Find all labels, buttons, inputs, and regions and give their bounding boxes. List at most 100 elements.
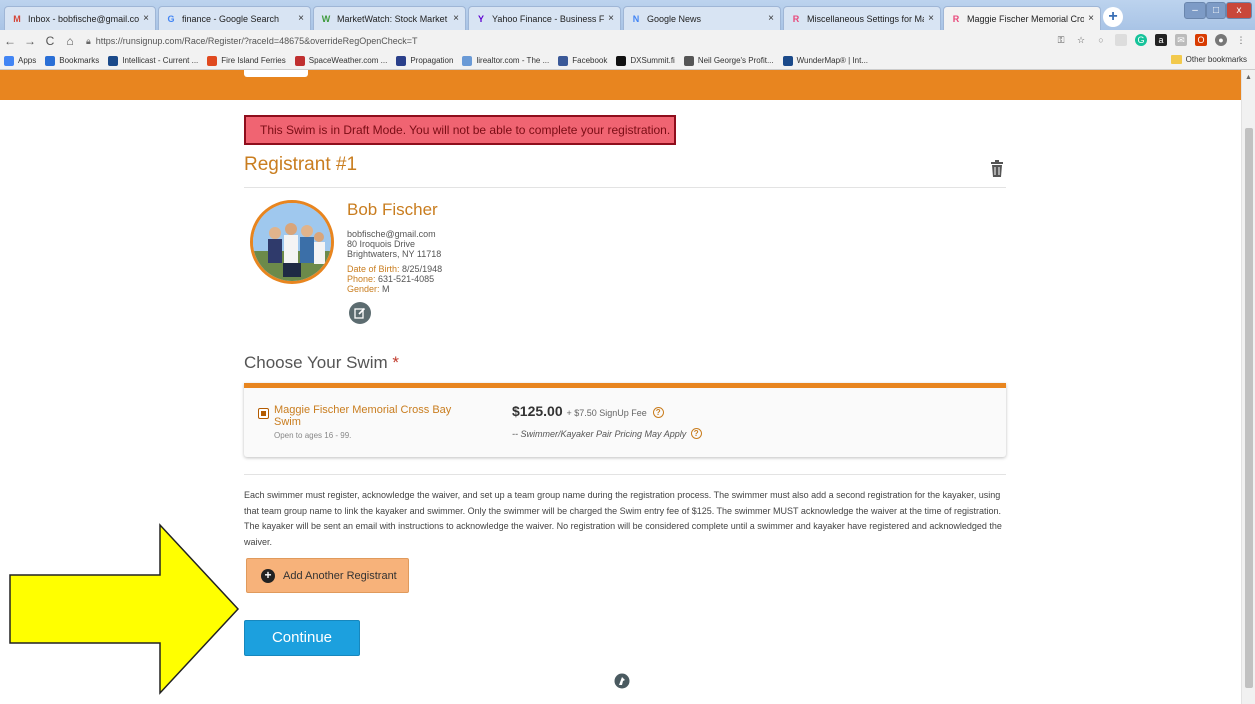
swim-option-card[interactable]: Maggie Fischer Memorial Cross Bay Swim O… — [244, 383, 1006, 457]
key-icon[interactable]: ⚿ — [1055, 34, 1067, 46]
pair-pricing-text: -- Swimmer/Kayaker Pair Pricing May Appl… — [512, 429, 687, 439]
swim-age-range: Open to ages 16 - 99. — [274, 431, 352, 440]
new-tab-button[interactable]: + — [1103, 7, 1123, 27]
bookmark-icon — [396, 55, 407, 66]
bookmark-item[interactable]: Facebook — [558, 55, 607, 66]
extension-icon[interactable]: ○ — [1095, 34, 1107, 46]
menu-icon[interactable]: ⋮ — [1235, 34, 1247, 46]
avatar-photo — [253, 203, 331, 281]
address-bar: ← → C ⌂ 🔒︎ https://runsignup.com/Race/Re… — [0, 30, 1255, 52]
bookmark-label: Neil George's Profit... — [697, 56, 774, 65]
browser-tab[interactable]: Gfinance - Google Search × — [158, 6, 311, 30]
browser-tab[interactable]: Y Yahoo Finance - Business Financ× — [468, 6, 621, 30]
other-bookmarks-label: Other bookmarks — [1185, 55, 1247, 64]
swim-name: Maggie Fischer Memorial Cross Bay Swim — [274, 404, 452, 428]
browser-tab[interactable]: R Miscellaneous Settings for Magg × — [783, 6, 941, 30]
bookmark-label: SpaceWeather.com ... — [308, 56, 388, 65]
scroll-up-icon[interactable]: ▲ — [1245, 74, 1252, 81]
bookmark-item[interactable]: WunderMap® | Int... — [782, 55, 868, 66]
extension-icon[interactable] — [1115, 34, 1127, 46]
profile-icon[interactable]: ● — [1215, 34, 1227, 46]
bookmark-label: DXSummit.fi — [630, 56, 675, 65]
divider — [244, 187, 1006, 188]
tab-close-icon[interactable]: × — [608, 13, 614, 24]
runsignup-logo-icon — [614, 673, 630, 689]
tab-favicon-icon: N — [632, 13, 640, 24]
amazon-icon[interactable]: a — [1155, 34, 1167, 46]
person-email: bobfische@gmail.com — [347, 229, 436, 239]
person-address-line2: Brightwaters, NY 11718 — [347, 249, 442, 259]
reload-icon[interactable]: C — [40, 34, 60, 48]
help-icon[interactable]: ? — [690, 428, 702, 439]
other-bookmarks[interactable]: Other bookmarks — [1170, 55, 1247, 64]
grammarly-icon[interactable]: G — [1135, 34, 1147, 46]
help-icon[interactable]: ? — [652, 407, 664, 418]
office-icon[interactable]: O — [1195, 34, 1207, 46]
person-phone: Phone: 631-521-4085 — [347, 274, 434, 284]
folder-icon — [1170, 55, 1182, 64]
minimize-button[interactable]: – — [1184, 2, 1206, 19]
bookmark-item[interactable]: Intellicast - Current ... — [108, 55, 199, 66]
bookmark-item[interactable]: Fire Island Ferries — [207, 55, 286, 66]
home-icon[interactable]: ⌂ — [60, 34, 80, 48]
mail-icon[interactable]: ✉ — [1175, 34, 1187, 46]
swim-price: $125.00 + $7.50 SignUp Fee ? — [512, 403, 664, 419]
swim-price-value: $125.00 — [512, 403, 563, 419]
bookmark-item[interactable]: DXSummit.fi — [616, 55, 675, 66]
page-scrollbar[interactable]: ▲ — [1241, 70, 1255, 704]
back-icon[interactable]: ← — [0, 34, 20, 48]
edit-icon — [354, 307, 366, 319]
browser-tab-strip: MInbox - bobfische@gmail.com - ×Gfinance… — [0, 0, 1255, 30]
bookmark-icon — [108, 55, 119, 66]
tab-close-icon[interactable]: × — [928, 13, 934, 24]
tab-favicon-icon: Y — [477, 13, 484, 24]
header-band — [0, 70, 1241, 100]
browser-tab[interactable]: M Inbox - bobfische@gmail.com - × — [4, 6, 156, 30]
registrant-title: Registrant #1 — [244, 154, 358, 175]
phone-label: Phone: — [347, 274, 376, 284]
bookmark-icon — [294, 55, 305, 66]
edit-registrant-button[interactable] — [349, 302, 371, 324]
gender-label: Gender: — [347, 284, 380, 294]
bookmark-item[interactable]: SpaceWeather.com ... — [294, 55, 388, 66]
star-icon[interactable]: ☆ — [1075, 34, 1087, 46]
tab-close-icon[interactable]: × — [298, 13, 304, 24]
bookmark-icon — [462, 55, 473, 66]
url-field[interactable]: 🔒︎ https://runsignup.com/Race/Register/?… — [86, 36, 417, 47]
continue-button[interactable]: Continue — [244, 620, 360, 656]
browser-tab[interactable]: R Maggie Fischer Memorial Cross B × — [943, 6, 1101, 30]
add-another-registrant-button[interactable]: + Add Another Registrant — [246, 558, 409, 593]
browser-tab[interactable]: N Google News × — [623, 6, 781, 30]
tab-close-icon[interactable]: × — [1088, 13, 1094, 24]
bookmark-item[interactable]: Neil George's Profit... — [683, 55, 774, 66]
bookmark-item[interactable]: Apps — [4, 55, 36, 66]
phone-value: 631-521-4085 — [378, 274, 435, 284]
person-address-line1: 80 Iroquois Drive — [347, 239, 416, 249]
pair-pricing-note: -- Swimmer/Kayaker Pair Pricing May Appl… — [512, 428, 702, 439]
bookmark-item[interactable]: Propagation — [396, 55, 453, 66]
required-mark: * — [392, 353, 399, 372]
tab-favicon-icon: R — [792, 13, 800, 24]
tab-close-icon[interactable]: × — [768, 13, 774, 24]
tab-close-icon[interactable]: × — [143, 13, 149, 24]
page-content: This Swim is in Draft Mode. You will not… — [0, 70, 1241, 704]
signup-fee: + $7.50 SignUp Fee — [566, 408, 647, 418]
choose-swim-title: Choose Your Swim * — [244, 353, 399, 373]
bookmark-icon — [4, 55, 14, 66]
forward-icon[interactable]: → — [20, 34, 40, 48]
bookmark-label: lirealtor.com - The ... — [476, 56, 550, 65]
bookmark-item[interactable]: Bookmarks — [45, 55, 99, 66]
maximize-button[interactable]: □ — [1206, 2, 1226, 19]
choose-swim-title-text: Choose Your Swim — [244, 353, 388, 372]
browser-tab[interactable]: W MarketWatch: Stock Market New × — [313, 6, 466, 30]
bookmark-icon — [207, 55, 218, 66]
trash-icon[interactable] — [990, 160, 1004, 178]
scrollbar-thumb[interactable] — [1245, 128, 1253, 688]
swim-checkbox[interactable] — [258, 408, 269, 419]
bookmark-item[interactable]: lirealtor.com - The ... — [462, 55, 550, 66]
plus-circle-icon: + — [261, 568, 275, 583]
close-window-button[interactable]: x — [1226, 2, 1252, 19]
tab-close-icon[interactable]: × — [453, 13, 459, 24]
bookmark-icon — [558, 55, 569, 66]
bookmark-label: Intellicast - Current ... — [122, 56, 199, 65]
